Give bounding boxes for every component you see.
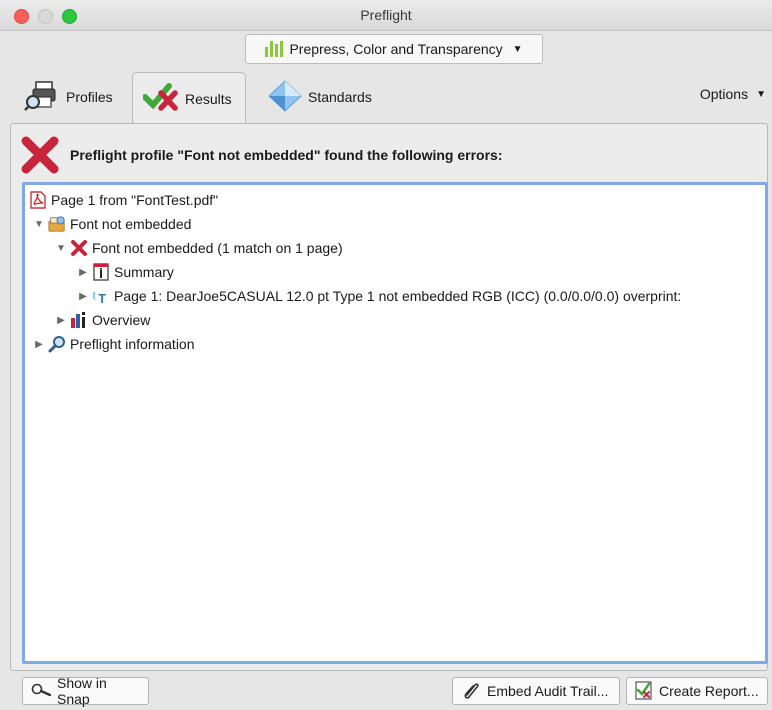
font-folder-icon [48,215,66,233]
diamond-icon [268,79,302,115]
tree-match-label: Page 1: DearJoe5CASUAL 12.0 pt Type 1 no… [114,288,682,304]
profiles-icon [24,80,60,115]
tab-results[interactable]: Results [132,72,246,124]
report-check-icon [635,680,653,703]
create-report-label: Create Report... [659,683,759,699]
tree-root-label: Page 1 from "FontTest.pdf" [51,192,219,208]
show-in-snap-label: Show in Snap [57,675,107,707]
info-document-icon [92,263,110,281]
svg-text:t: t [92,288,97,303]
embed-audit-trail-button[interactable]: Embed Audit Trail... [452,677,620,705]
options-label: Options [699,86,749,102]
preflight-window: Preflight Prepress, Color and Transparen… [0,0,772,710]
disclosure-collapsed-icon[interactable]: ▶ [77,267,89,278]
pdf-icon [29,191,47,209]
disclosure-expanded-icon[interactable]: ▼ [33,219,45,230]
results-tree[interactable]: Page 1 from "FontTest.pdf" ▼ Font not em… [22,182,768,664]
disclosure-collapsed-icon[interactable]: ▶ [77,291,89,302]
tree-rule-label: Font not embedded (1 match on 1 page) [92,240,343,256]
tab-results-label: Results [185,90,232,107]
disclosure-collapsed-icon[interactable]: ▶ [33,339,45,350]
tree-summary-label: Summary [114,264,174,280]
profile-bars-icon [265,41,284,57]
result-header: Preflight profile "Font not embedded" fo… [20,135,502,175]
tree-info-label: Preflight information [70,336,195,352]
options-menu[interactable]: Options ▼ [700,86,766,102]
paperclip-icon [461,680,481,703]
result-message: Preflight profile "Font not embedded" fo… [70,147,503,163]
results-check-x-icon [142,83,179,114]
window-title: Preflight [360,7,412,23]
text-type-icon: t T [92,287,110,305]
show-in-snap-button[interactable]: Show in Snap [22,675,149,707]
title-bar: Preflight [0,0,772,31]
tree-row-group[interactable]: ▼ Font not embedded [25,212,765,236]
magnifier-icon [48,335,66,353]
svg-text:T: T [98,292,106,305]
chevron-down-icon: ▼ [756,88,766,100]
disclosure-collapsed-icon[interactable]: ▶ [55,315,67,326]
error-x-icon [20,135,60,175]
tab-bar: Profiles Results Standards Options ▼ [0,68,772,124]
profile-dropdown[interactable]: Prepress, Color and Transparency ▼ [245,34,543,64]
snap-magnifier-icon [31,683,52,700]
chevron-down-icon: ▼ [512,43,523,55]
profile-dropdown-value: Prepress, Color and Transparency [289,41,503,57]
tree-row-info[interactable]: ▶ Preflight information [25,332,765,356]
tree-row-overview[interactable]: ▶ Overview [25,308,765,332]
tab-standards-label: Standards [308,89,372,105]
tree-overview-label: Overview [92,312,151,328]
overview-chart-icon [70,311,88,329]
tree-row-summary[interactable]: ▶ Summary [25,260,765,284]
embed-audit-trail-label: Embed Audit Trail... [487,683,609,699]
disclosure-expanded-icon[interactable]: ▼ [55,243,67,254]
tree-row-root[interactable]: Page 1 from "FontTest.pdf" [25,188,765,212]
tree-row-match[interactable]: ▶ t T Page 1: DearJoe5CASUAL 12.0 pt Typ… [25,284,765,308]
error-x-icon [70,239,88,257]
tree-row-rule[interactable]: ▼ Font not embedded (1 match on 1 page) [25,236,765,260]
tab-standards[interactable]: Standards [258,74,382,120]
create-report-button[interactable]: Create Report... [626,677,768,705]
tree-group-label: Font not embedded [70,216,192,232]
tab-profiles[interactable]: Profiles [14,74,123,120]
tab-profiles-label: Profiles [66,89,113,105]
